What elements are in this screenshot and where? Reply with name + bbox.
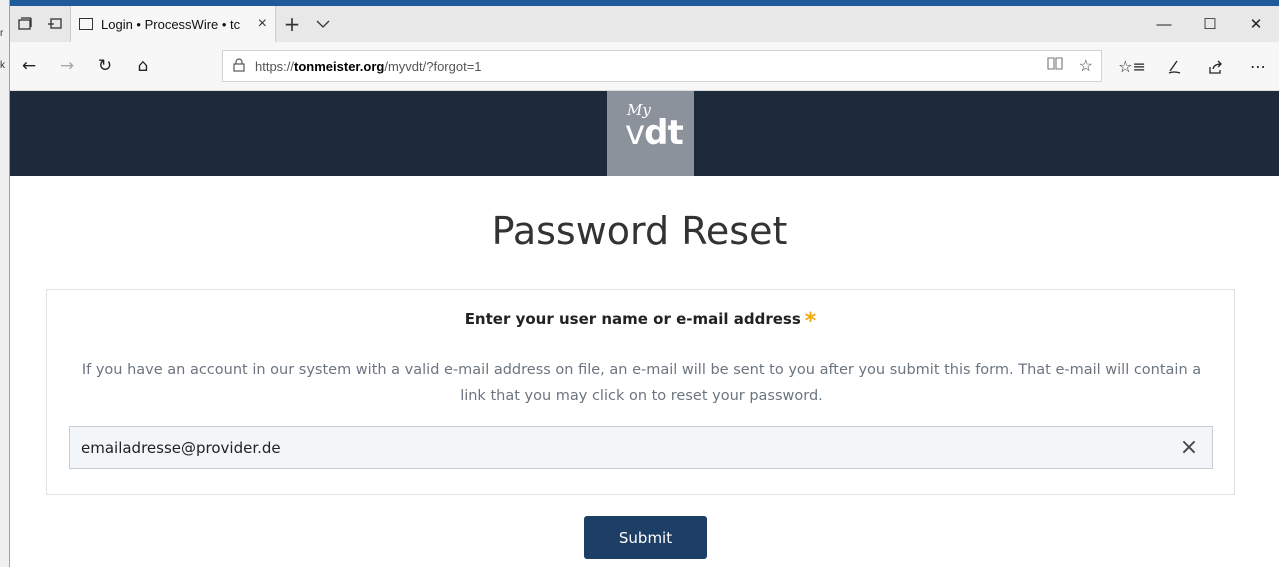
page-icon — [79, 18, 93, 30]
url-prefix: https:// — [255, 58, 295, 74]
url-domain: tonmeister.org — [294, 58, 385, 74]
tab-title: Login • ProcessWire • tc — [101, 16, 241, 32]
tab-bar: Login • ProcessWire • tc × + — ☐ ✕ — [10, 6, 1279, 42]
window-controls: — ☐ ✕ — [1141, 6, 1279, 42]
share-icon[interactable] — [1195, 59, 1237, 75]
navigation-bar: ← → ↻ ⌂ https://tonmeister.org/myvdt/?fo… — [10, 42, 1279, 91]
myvdt-logo[interactable]: My vdt — [607, 91, 694, 176]
refresh-button[interactable]: ↻ — [86, 47, 124, 85]
field-label: Enter your user name or e-mail address * — [464, 309, 817, 334]
site-header: My vdt — [10, 91, 1279, 176]
tab-login[interactable]: Login • ProcessWire • tc × — [70, 6, 276, 42]
tab-preview-icon[interactable] — [40, 6, 70, 42]
set-aside-tabs-icon[interactable] — [10, 6, 40, 42]
tab-close-icon[interactable]: × — [258, 15, 267, 33]
lock-icon — [233, 57, 255, 75]
browser-toolbar: ☆≡ ⋯ — [1111, 42, 1279, 91]
reading-view-icon[interactable] — [1047, 56, 1063, 76]
url-text: https://tonmeister.org/myvdt/?forgot=1 — [255, 59, 482, 74]
pen-icon[interactable] — [1153, 59, 1195, 75]
field-description: If you have an account in our system wit… — [81, 362, 1202, 404]
logo-vdt: vdt — [625, 113, 684, 153]
minimize-button[interactable]: — — [1141, 6, 1187, 42]
background-window-strip: r k — [0, 0, 10, 567]
favorites-list-icon[interactable]: ☆≡ — [1111, 57, 1153, 76]
url-path: /myvdt/?forgot=1 — [384, 58, 482, 74]
favorite-star-icon[interactable]: ☆ — [1079, 56, 1093, 76]
back-button[interactable]: ← — [10, 47, 48, 85]
submit-button[interactable]: Submit — [584, 516, 707, 559]
page-title: Password Reset — [491, 209, 788, 253]
reset-form-panel: Enter your user name or e-mail address * … — [46, 289, 1235, 495]
clear-icon[interactable]: × — [1177, 435, 1201, 460]
new-tab-button[interactable]: + — [276, 6, 308, 42]
forward-button[interactable]: → — [48, 47, 86, 85]
username-email-input[interactable] — [81, 438, 1177, 457]
close-window-button[interactable]: ✕ — [1233, 6, 1279, 42]
home-button[interactable]: ⌂ — [124, 47, 162, 85]
background-char: k — [0, 60, 5, 71]
maximize-button[interactable]: ☐ — [1187, 6, 1233, 42]
more-icon[interactable]: ⋯ — [1237, 57, 1279, 76]
required-asterisk: * — [804, 309, 817, 334]
background-char: r — [0, 28, 4, 39]
chevron-down-icon[interactable] — [308, 6, 338, 42]
email-field[interactable]: × — [69, 426, 1213, 469]
address-bar[interactable]: https://tonmeister.org/myvdt/?forgot=1 ☆ — [222, 50, 1102, 82]
